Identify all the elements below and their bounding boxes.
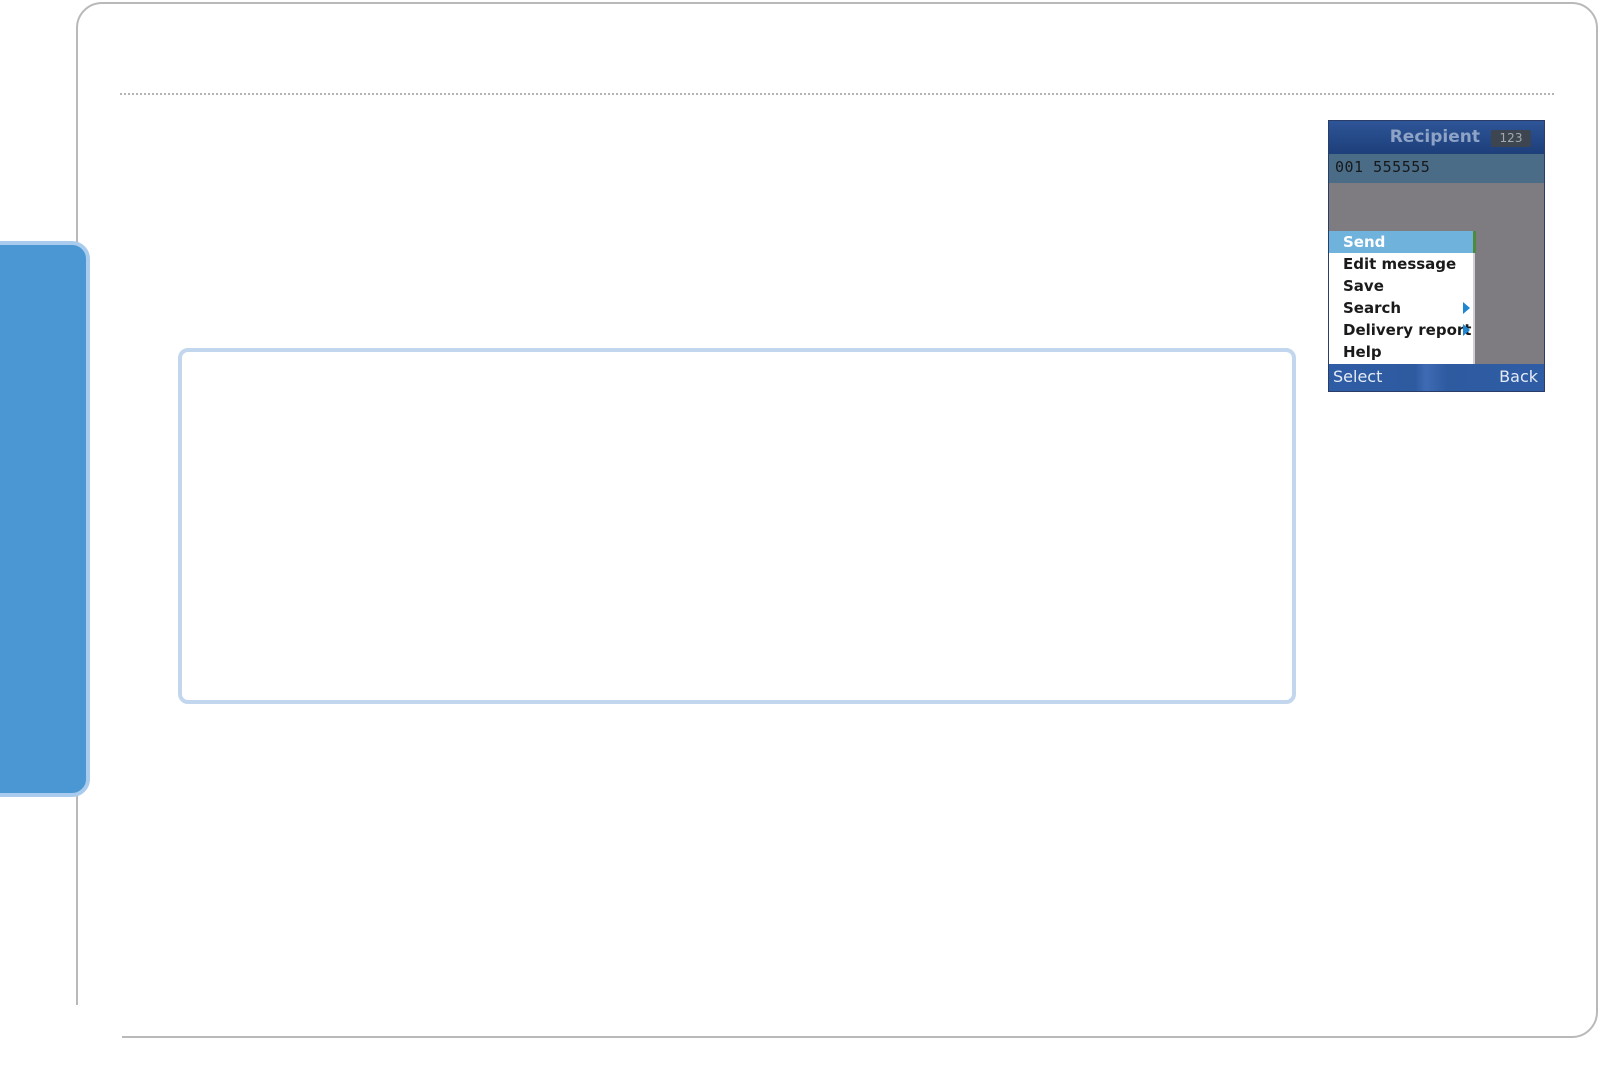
submenu-arrow-icon	[1463, 302, 1470, 314]
menu-scrollbar	[1473, 231, 1476, 253]
note-box	[178, 348, 1296, 704]
screen-title: Recipient	[1389, 127, 1480, 147]
menu-item-delivery-report[interactable]: Delivery report	[1329, 319, 1473, 341]
menu-item-label: Delivery report	[1343, 321, 1472, 339]
menu-item-label: Send	[1343, 233, 1386, 251]
menu-item-search[interactable]: Search	[1329, 297, 1473, 319]
softkey-bar: Select Back	[1329, 364, 1544, 391]
submenu-arrow-icon	[1463, 324, 1470, 336]
chapter-side-tab	[0, 241, 90, 797]
menu-item-edit-message[interactable]: Edit message	[1329, 253, 1473, 275]
header-divider	[120, 93, 1554, 95]
back-softkey[interactable]: Back	[1499, 367, 1538, 386]
menu-item-send[interactable]: Send	[1329, 231, 1473, 253]
recipient-field[interactable]: 001 555555	[1329, 154, 1544, 183]
phone-screenshot: Recipient 123 001 555555 Send Edit messa…	[1328, 120, 1545, 392]
input-mode-badge: 123	[1491, 130, 1531, 147]
options-menu: Send Edit message Save Search Delivery r…	[1329, 231, 1475, 364]
frame-edge	[76, 990, 78, 1004]
phone-title-bar: Recipient 123	[1329, 121, 1544, 154]
menu-item-save[interactable]: Save	[1329, 275, 1473, 297]
select-softkey[interactable]: Select	[1333, 367, 1382, 386]
menu-item-label: Search	[1343, 299, 1402, 317]
menu-item-label: Save	[1343, 277, 1384, 295]
menu-item-label: Help	[1343, 343, 1382, 361]
menu-item-label: Edit message	[1343, 255, 1457, 273]
recipient-number: 001 555555	[1335, 158, 1431, 176]
menu-item-help[interactable]: Help	[1329, 341, 1473, 363]
frame-gap	[70, 1005, 122, 1065]
